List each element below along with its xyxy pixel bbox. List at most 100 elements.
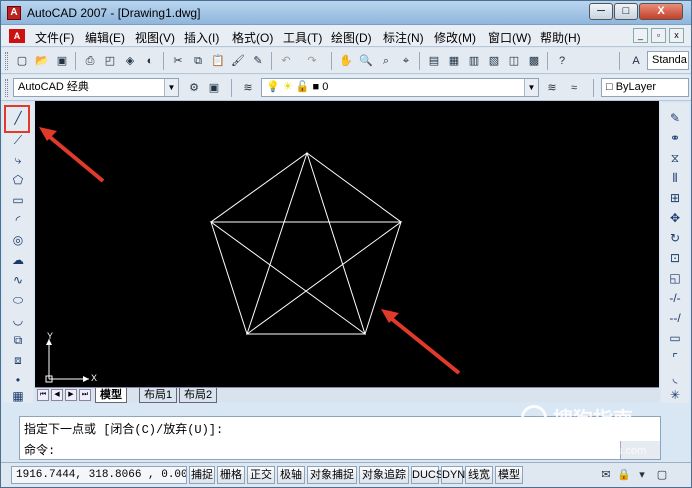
markup-icon[interactable]: ◫ bbox=[505, 52, 523, 70]
move-icon[interactable]: ✥ bbox=[666, 209, 684, 227]
offset-icon[interactable]: ⫴ bbox=[666, 169, 684, 187]
tool-palettes-icon[interactable]: ▥ bbox=[465, 52, 483, 70]
rotate-icon[interactable]: ↻ bbox=[666, 229, 684, 247]
open-file-icon[interactable]: 📂 bbox=[33, 52, 51, 70]
copy-icon[interactable]: ⧉ bbox=[189, 52, 207, 70]
autocad-app-icon[interactable]: A bbox=[7, 6, 21, 20]
cut-icon[interactable]: ✂ bbox=[169, 52, 187, 70]
arc-icon[interactable]: ◜ bbox=[9, 211, 27, 229]
revision-cloud-icon[interactable]: ☁ bbox=[9, 251, 27, 269]
ortho-toggle[interactable]: 正交 bbox=[247, 466, 275, 484]
redo-icon[interactable]: ↷ bbox=[303, 52, 321, 70]
workspace-settings-icon[interactable]: ⚙ bbox=[185, 79, 203, 97]
layer-manager-icon[interactable]: ≋ bbox=[239, 79, 257, 97]
calculator-icon[interactable]: ▩ bbox=[525, 52, 543, 70]
erase-icon[interactable]: ✎ bbox=[666, 109, 684, 127]
lineweight-toggle[interactable]: 线宽 bbox=[465, 466, 493, 484]
menu-file[interactable]: 文件(F) bbox=[35, 29, 74, 46]
copy-object-icon[interactable]: ⚭ bbox=[666, 129, 684, 147]
trim-icon[interactable]: -/- bbox=[666, 289, 684, 307]
osnap-toggle[interactable]: 对象捕捉 bbox=[307, 466, 357, 484]
tab-layout2[interactable]: 布局2 bbox=[179, 388, 218, 403]
command-prompt[interactable]: 命令: bbox=[24, 441, 55, 458]
paste-icon[interactable]: 📋 bbox=[209, 52, 227, 70]
zoom-previous-icon[interactable]: ⌖ bbox=[397, 52, 415, 70]
hatch-icon[interactable]: ▦ bbox=[9, 390, 27, 402]
menu-insert[interactable]: 插入(I) bbox=[184, 29, 219, 46]
coordinate-readout[interactable]: 1916.7444, 318.8066 , 0.0000 bbox=[11, 466, 187, 484]
break-icon[interactable]: ▭ bbox=[666, 329, 684, 347]
properties-icon[interactable]: ▤ bbox=[425, 52, 443, 70]
tab-model[interactable]: 模型 bbox=[95, 388, 127, 403]
pentagon-outline[interactable] bbox=[210, 152, 402, 335]
undo-icon[interactable]: ↶ bbox=[277, 52, 295, 70]
rectangle-icon[interactable]: ▭ bbox=[9, 191, 27, 209]
model-toggle[interactable]: 模型 bbox=[495, 466, 523, 484]
save-workspace-icon[interactable]: ▣ bbox=[205, 79, 223, 97]
doc-restore-icon[interactable]: ▫ bbox=[651, 28, 666, 43]
menu-help[interactable]: 帮助(H) bbox=[540, 29, 581, 46]
spline-icon[interactable]: ∿ bbox=[9, 271, 27, 289]
otrack-toggle[interactable]: 对象追踪 bbox=[359, 466, 409, 484]
tab-prev-icon[interactable]: ◀ bbox=[51, 389, 63, 401]
array-icon[interactable]: ⊞ bbox=[666, 189, 684, 207]
match-properties-icon[interactable]: 🖌 bbox=[229, 52, 247, 70]
tray-settings-icon[interactable]: ▾ bbox=[633, 466, 651, 484]
drawing-canvas[interactable]: Y X bbox=[35, 101, 659, 387]
text-style-icon[interactable]: A bbox=[627, 52, 645, 70]
ducs-toggle[interactable]: DUCS bbox=[411, 466, 443, 484]
3d-dwf-icon[interactable]: ◐ bbox=[141, 52, 159, 70]
zoom-window-icon[interactable]: ⌕ bbox=[377, 52, 395, 70]
maximize-button[interactable]: □ bbox=[614, 3, 638, 20]
menu-tools[interactable]: 工具(T) bbox=[283, 29, 322, 46]
toolbar-grip[interactable] bbox=[5, 79, 8, 97]
layer-combo[interactable]: 💡 ☀ 🔓 ■ 0 ▼ bbox=[261, 78, 539, 97]
minimize-button[interactable]: ─ bbox=[589, 3, 613, 20]
extend-icon[interactable]: --/ bbox=[666, 309, 684, 327]
circle-icon[interactable]: ◎ bbox=[9, 231, 27, 249]
chevron-down-icon[interactable]: ▼ bbox=[164, 79, 178, 96]
ellipse-icon[interactable]: ⬭ bbox=[9, 291, 27, 309]
chevron-down-icon[interactable]: ▼ bbox=[524, 79, 538, 96]
menu-view[interactable]: 视图(V) bbox=[135, 29, 175, 46]
fillet-icon[interactable]: ◟ bbox=[666, 369, 684, 387]
tab-last-icon[interactable]: ⏭ bbox=[79, 389, 91, 401]
publish-icon[interactable]: ◈ bbox=[121, 52, 139, 70]
close-button[interactable]: X bbox=[639, 3, 683, 20]
make-block-icon[interactable]: ⧈ bbox=[9, 351, 27, 369]
menu-draw[interactable]: 绘图(D) bbox=[331, 29, 372, 46]
tab-first-icon[interactable]: ⏮ bbox=[37, 389, 49, 401]
grid-toggle[interactable]: 栅格 bbox=[217, 466, 245, 484]
sheet-set-icon[interactable]: ▧ bbox=[485, 52, 503, 70]
doc-close-icon[interactable]: x bbox=[669, 28, 684, 43]
communication-center-icon[interactable]: ✉ bbox=[597, 466, 615, 484]
document-icon[interactable]: A bbox=[9, 29, 25, 43]
toolbar-grip[interactable] bbox=[5, 52, 8, 70]
explode-icon[interactable]: ✳ bbox=[666, 389, 684, 401]
text-style-combo[interactable]: Standa bbox=[647, 51, 689, 70]
help-icon[interactable]: ? bbox=[553, 52, 571, 70]
star-lines[interactable] bbox=[209, 151, 403, 336]
save-icon[interactable]: ▣ bbox=[53, 52, 71, 70]
pan-icon[interactable]: ✋ bbox=[337, 52, 355, 70]
zoom-realtime-icon[interactable]: 🔍 bbox=[357, 52, 375, 70]
tab-layout1[interactable]: 布局1 bbox=[139, 388, 178, 403]
polygon-icon[interactable]: ⬠ bbox=[9, 171, 27, 189]
point-icon[interactable]: • bbox=[9, 371, 27, 389]
scale-icon[interactable]: ⊡ bbox=[666, 249, 684, 267]
clean-screen-icon[interactable]: ▢ bbox=[653, 466, 671, 484]
plot-preview-icon[interactable]: ◰ bbox=[101, 52, 119, 70]
design-center-icon[interactable]: ▦ bbox=[445, 52, 463, 70]
tab-next-icon[interactable]: ▶ bbox=[65, 389, 77, 401]
insert-block-icon[interactable]: ⧉ bbox=[9, 331, 27, 349]
stretch-icon[interactable]: ◱ bbox=[666, 269, 684, 287]
polar-toggle[interactable]: 极轴 bbox=[277, 466, 305, 484]
menu-format[interactable]: 格式(O) bbox=[232, 29, 273, 46]
plot-icon[interactable]: ⎙ bbox=[81, 52, 99, 70]
dyn-toggle[interactable]: DYN bbox=[441, 466, 465, 484]
block-editor-icon[interactable]: ✎ bbox=[249, 52, 267, 70]
toolbar-lock-icon[interactable]: 🔒 bbox=[615, 466, 633, 484]
menu-edit[interactable]: 编辑(E) bbox=[85, 29, 125, 46]
polyline-icon[interactable]: ⤷ bbox=[9, 151, 27, 169]
layer-previous-icon[interactable]: ≈ bbox=[565, 79, 583, 97]
